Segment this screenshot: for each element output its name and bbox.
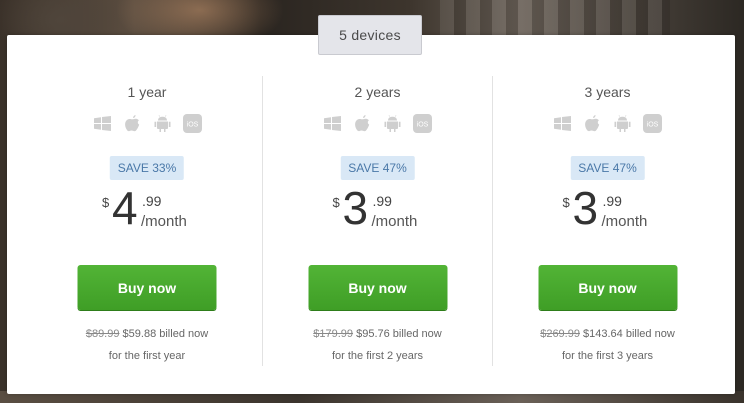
os-icons: iOS xyxy=(493,114,722,133)
android-icon xyxy=(383,114,402,133)
price: $ 4 .99 /month xyxy=(32,185,262,239)
currency-symbol: $ xyxy=(332,195,340,210)
price-cents: .99 xyxy=(372,193,392,209)
price-dollars: 4 xyxy=(112,182,138,234)
currency-symbol: $ xyxy=(102,195,110,210)
apple-icon xyxy=(353,114,372,133)
device-count-tab[interactable]: 5 devices xyxy=(318,15,422,55)
billed-now: $143.64 billed now xyxy=(583,328,675,340)
buy-now-button[interactable]: Buy now xyxy=(308,265,447,310)
windows-icon xyxy=(323,114,342,133)
svg-text:iOS: iOS xyxy=(186,122,198,129)
price-cents: .99 xyxy=(142,193,162,209)
original-price: $89.99 xyxy=(85,328,120,340)
price: $ 3 .99 /month xyxy=(493,185,722,239)
price: $ 3 .99 /month xyxy=(263,185,492,239)
svg-text:iOS: iOS xyxy=(647,122,659,129)
billing-info: $89.99 $59.88 billed now for the first y… xyxy=(32,323,262,367)
android-icon xyxy=(153,114,172,133)
original-price: $179.99 xyxy=(313,328,354,340)
plan-term: 2 years xyxy=(354,84,401,100)
billing-period-note: for the first year xyxy=(108,350,186,362)
apple-icon xyxy=(583,114,602,133)
buy-now-button[interactable]: Buy now xyxy=(77,265,217,310)
ios-icon: iOS xyxy=(643,114,662,133)
price-cents: .99 xyxy=(602,193,622,209)
svg-text:iOS: iOS xyxy=(417,122,429,129)
savings-badge: SAVE 47% xyxy=(570,156,645,180)
price-period: /month xyxy=(141,213,187,230)
billing-info: $179.99 $95.76 billed now for the first … xyxy=(263,323,492,367)
plan-3-years: 3 years iOS SAVE 47% $ 3 .99 /month Buy … xyxy=(492,76,722,366)
price-dollars: 3 xyxy=(572,182,599,234)
billing-info: $269.99 $143.64 billed now for the first… xyxy=(493,323,722,367)
plan-1-year: 1 year iOS SAVE 33% $ 4 .99 /month Buy n… xyxy=(32,76,262,366)
currency-symbol: $ xyxy=(562,195,570,210)
buy-now-button[interactable]: Buy now xyxy=(538,265,677,310)
windows-icon xyxy=(553,114,572,133)
price-dollars: 3 xyxy=(342,182,369,234)
os-icons: iOS xyxy=(263,114,492,133)
billing-period-note: for the first 3 years xyxy=(561,350,654,362)
plan-term: 1 year xyxy=(127,84,167,100)
ios-icon: iOS xyxy=(182,114,202,133)
billed-now: $95.76 billed now xyxy=(356,328,442,340)
plans-row: 1 year iOS SAVE 33% $ 4 .99 /month Buy n… xyxy=(32,76,722,366)
savings-badge: SAVE 33% xyxy=(109,156,185,180)
apple-icon xyxy=(123,114,142,133)
billing-period-note: for the first 2 years xyxy=(331,350,424,362)
ios-icon: iOS xyxy=(413,114,432,133)
billed-now: $59.88 billed now xyxy=(122,328,209,340)
android-icon xyxy=(613,114,632,133)
price-period: /month xyxy=(601,213,648,230)
os-icons: iOS xyxy=(32,114,262,133)
plan-term: 3 years xyxy=(584,84,631,100)
windows-icon xyxy=(93,114,112,133)
price-period: /month xyxy=(371,213,418,230)
original-price: $269.99 xyxy=(540,328,580,340)
savings-badge: SAVE 47% xyxy=(340,156,415,180)
background-photo-detail xyxy=(440,0,670,40)
plan-2-years: 2 years iOS SAVE 47% $ 3 .99 /month Buy … xyxy=(262,76,492,366)
pricing-card: 1 year iOS SAVE 33% $ 4 .99 /month Buy n… xyxy=(7,35,735,394)
